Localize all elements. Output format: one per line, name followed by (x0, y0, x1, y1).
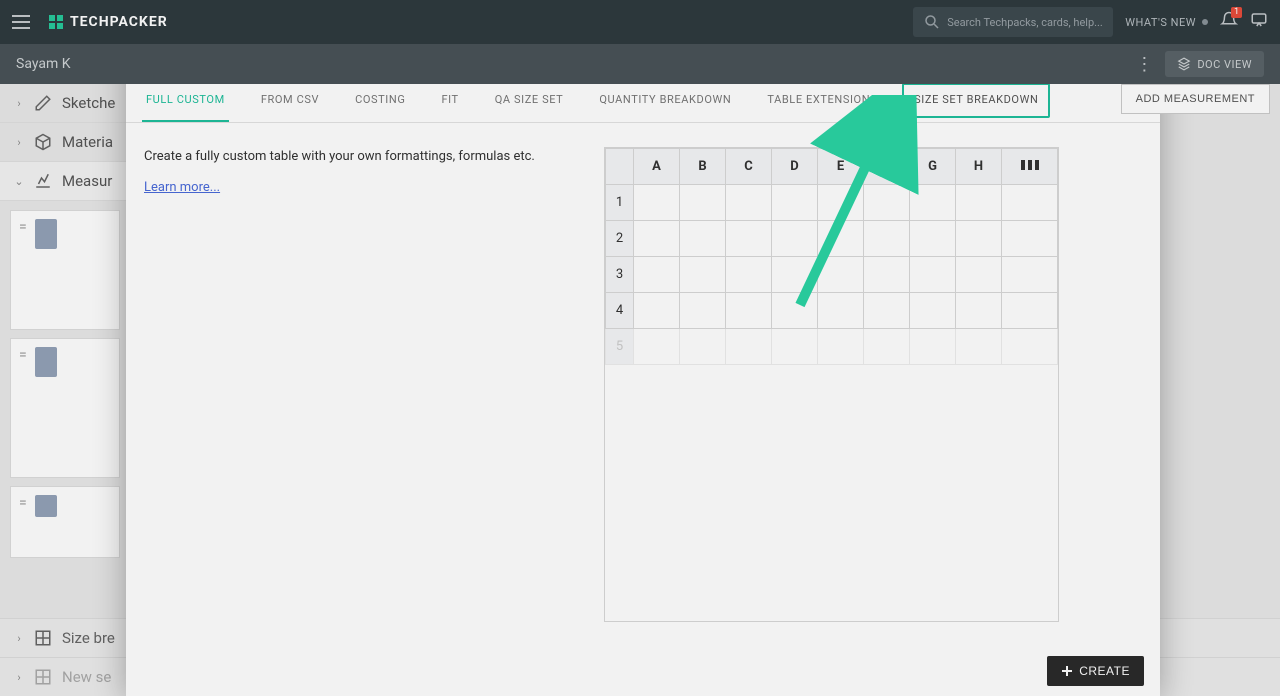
modal-overlay (0, 0, 1280, 696)
